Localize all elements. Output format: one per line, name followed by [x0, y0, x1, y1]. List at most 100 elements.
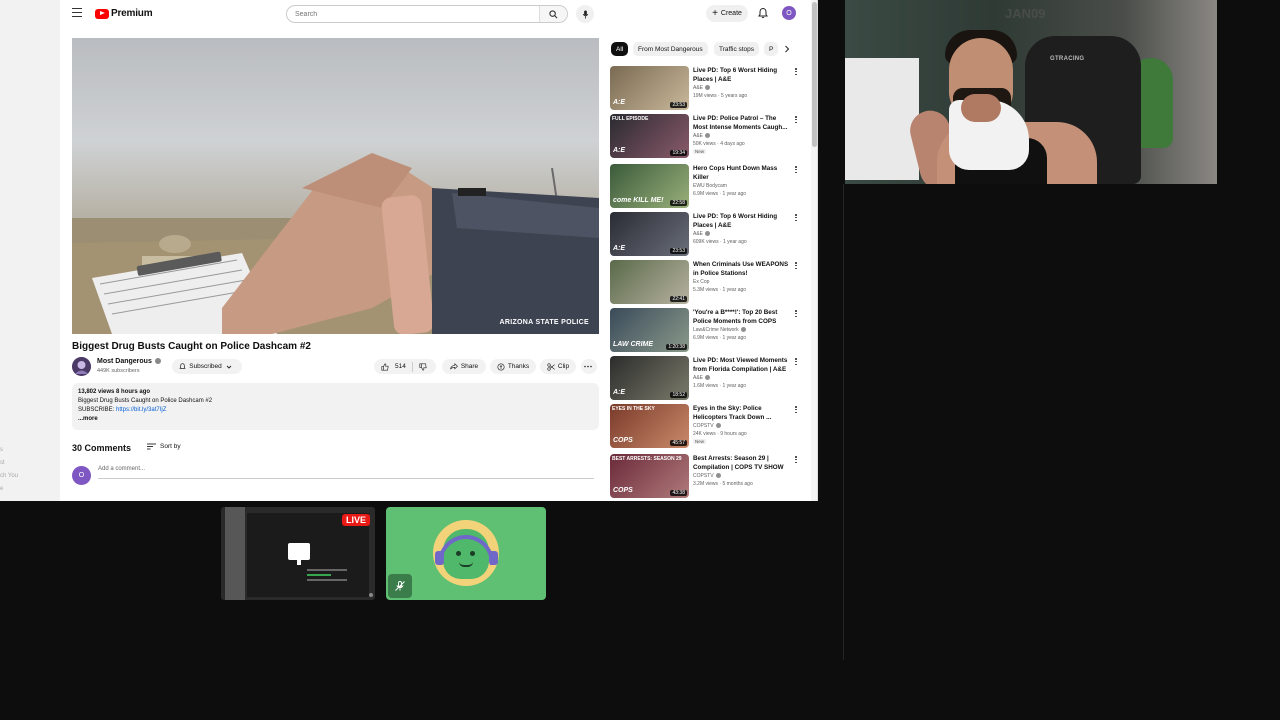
participant-avatar-tile[interactable]: [386, 507, 546, 600]
bell-icon[interactable]: [757, 7, 769, 19]
recommended-views-date: 1.6M views · 1 year ago: [693, 383, 747, 389]
more-vertical-icon[interactable]: [794, 262, 798, 272]
recommended-video-title[interactable]: Best Arrests: Season 29 | Compilation | …: [693, 454, 789, 472]
video-thumbnail[interactable]: A:E 18:52: [610, 356, 689, 400]
more-vertical-icon[interactable]: [794, 358, 798, 368]
show-more-button[interactable]: ...more: [78, 415, 593, 424]
chip-all[interactable]: All: [611, 42, 629, 56]
mini-sidebar: [225, 507, 245, 600]
video-thumbnail[interactable]: FULL EPISODE A:E 19:34: [610, 114, 689, 158]
recommended-video[interactable]: come KILL ME! 22:58 Hero Cops Hunt Down Ma…: [610, 164, 810, 210]
recommended-channel[interactable]: COPSTV: [693, 423, 721, 429]
voice-search-button[interactable]: [576, 5, 594, 23]
recommended-channel-name: A&E: [693, 231, 704, 237]
headphone-right: [489, 551, 498, 565]
top-bar: Premium + Create O: [60, 0, 817, 28]
youtube-logo[interactable]: Premium: [95, 8, 153, 19]
video-thumbnail[interactable]: 22:41: [610, 260, 689, 304]
scissors-icon: [547, 362, 555, 371]
streamer-hand: [961, 94, 1001, 122]
more-actions-button[interactable]: [581, 359, 597, 374]
recommended-video[interactable]: A:E 18:52 Live PD: Most Viewed Moments fro…: [610, 356, 810, 402]
channel-avatar[interactable]: [72, 357, 91, 376]
mini-content: [307, 569, 347, 585]
commenter-avatar: O: [72, 466, 91, 485]
recommended-channel[interactable]: A&E: [693, 85, 711, 91]
chip-next-item[interactable]: P: [764, 42, 778, 56]
recommended-channel[interactable]: COPSTV: [693, 473, 721, 479]
clip-button[interactable]: Clip: [540, 359, 576, 374]
recommended-video[interactable]: A:E 23:53 Live PD: Top 6 Worst Hiding Plac…: [610, 212, 810, 258]
recommended-channel[interactable]: Ex Cop: [693, 279, 709, 285]
scrollbar[interactable]: [811, 0, 817, 501]
recommended-video-title[interactable]: 'You're a B****!': Top 20 Best Police Mo…: [693, 308, 789, 326]
recommended-channel[interactable]: Law&Crime Network: [693, 327, 746, 333]
channel-name[interactable]: Most Dangerous: [97, 358, 161, 365]
video-thumbnail[interactable]: A:E 23:53: [610, 212, 689, 256]
video-thumbnail[interactable]: LAW CRIME 1:20:38: [610, 308, 689, 352]
create-button[interactable]: + Create: [706, 5, 748, 22]
recommended-video[interactable]: BEST ARRESTS: SEASON 29 COPS 43:38 Best Arr…: [610, 454, 810, 500]
thumbnail-text: A:E: [613, 99, 626, 106]
scrollbar-thumb[interactable]: [812, 2, 817, 147]
description-box[interactable]: 13,802 views 8 hours ago Biggest Drug Bu…: [72, 383, 599, 430]
search-button[interactable]: [539, 6, 567, 22]
more-vertical-icon[interactable]: [794, 68, 798, 78]
verified-icon: [154, 358, 161, 365]
chip-traffic-stops[interactable]: Traffic stops: [714, 42, 760, 56]
account-avatar[interactable]: O: [782, 6, 796, 20]
recommended-video[interactable]: LAW CRIME 1:20:38 'You're a B****!': Top 2…: [610, 308, 810, 354]
recommended-channel[interactable]: A&E: [693, 231, 711, 237]
recommended-channel[interactable]: EWU Bodycam: [693, 183, 727, 189]
recommended-video[interactable]: A:E 23:53 Live PD: Top 6 Worst Hiding Plac…: [610, 66, 810, 112]
recommended-video-title[interactable]: Eyes in the Sky: Police Helicopters Trac…: [693, 404, 789, 422]
sort-by-button[interactable]: Sort by: [147, 443, 181, 450]
video-duration: 23:53: [670, 102, 687, 108]
more-vertical-icon[interactable]: [794, 166, 798, 176]
subscribed-button[interactable]: Subscribed: [172, 359, 242, 374]
recommended-channel[interactable]: A&E: [693, 133, 711, 139]
video-thumbnail[interactable]: come KILL ME! 22:58: [610, 164, 689, 208]
microphone-icon: [582, 9, 588, 19]
recommended-video-title[interactable]: When Criminals Use WEAPONS in Police Sta…: [693, 260, 789, 278]
recommended-video-title[interactable]: Live PD: Most Viewed Moments from Florid…: [693, 356, 789, 374]
verified-icon: [740, 327, 746, 333]
avatar-eye: [456, 551, 461, 556]
recommended-video-title[interactable]: Live PD: Top 6 Worst Hiding Places | A&E: [693, 212, 789, 230]
add-comment-input[interactable]: Add a comment...: [98, 466, 594, 479]
more-vertical-icon[interactable]: [794, 456, 798, 466]
more-vertical-icon[interactable]: [794, 214, 798, 224]
video-thumbnail[interactable]: EYES IN THE SKY COPS 45:57: [610, 404, 689, 448]
video-thumbnail[interactable]: A:E 23:53: [610, 66, 689, 110]
recommended-video-title[interactable]: Live PD: Top 6 Worst Hiding Places | A&E: [693, 66, 789, 84]
recommended-video[interactable]: FULL EPISODE A:E 19:34 Live PD: Police Patr…: [610, 114, 810, 160]
screenshare-tile[interactable]: LIVE: [221, 507, 375, 600]
video-thumbnail[interactable]: BEST ARRESTS: SEASON 29 COPS 43:38: [610, 454, 689, 498]
dislike-button[interactable]: [419, 362, 430, 371]
like-button[interactable]: 514: [381, 362, 406, 371]
more-vertical-icon[interactable]: [794, 406, 798, 416]
view-count-date: 13,802 views 8 hours ago: [78, 389, 151, 395]
chips-next-button[interactable]: [781, 43, 793, 55]
search-input[interactable]: [287, 10, 537, 18]
video-title: Biggest Drug Busts Caught on Police Dash…: [72, 341, 311, 352]
video-player[interactable]: ARIZONA STATE POLICE: [72, 38, 599, 334]
recommended-video-title[interactable]: Live PD: Police Patrol – The Most Intens…: [693, 114, 789, 132]
menu-icon[interactable]: [72, 8, 82, 18]
more-vertical-icon[interactable]: [794, 310, 798, 320]
muted-indicator[interactable]: [388, 574, 412, 598]
recommended-channel[interactable]: A&E: [693, 375, 711, 381]
share-button[interactable]: Share: [442, 359, 486, 374]
more-vertical-icon[interactable]: [794, 116, 798, 126]
chip-from-most-dangerous[interactable]: From Most Dangerous: [633, 42, 708, 56]
recommended-video[interactable]: EYES IN THE SKY COPS 45:57 Eyes in the Sky:…: [610, 404, 810, 450]
recommended-video-title[interactable]: Hero Cops Hunt Down Mass Killer: [693, 164, 789, 182]
thanks-label: Thanks: [507, 363, 530, 370]
subscribe-link[interactable]: https://bit.ly/3at7IjZ: [116, 407, 166, 413]
thumbnail-text: COPS: [613, 487, 633, 494]
verified-icon: [705, 231, 711, 237]
recommended-channel-name: A&E: [693, 375, 704, 381]
thumbnail-text: COPS: [613, 437, 633, 444]
recommended-video[interactable]: 22:41 When Criminals Use WEAPONS in Polic…: [610, 260, 810, 306]
thanks-button[interactable]: Thanks: [490, 359, 536, 374]
